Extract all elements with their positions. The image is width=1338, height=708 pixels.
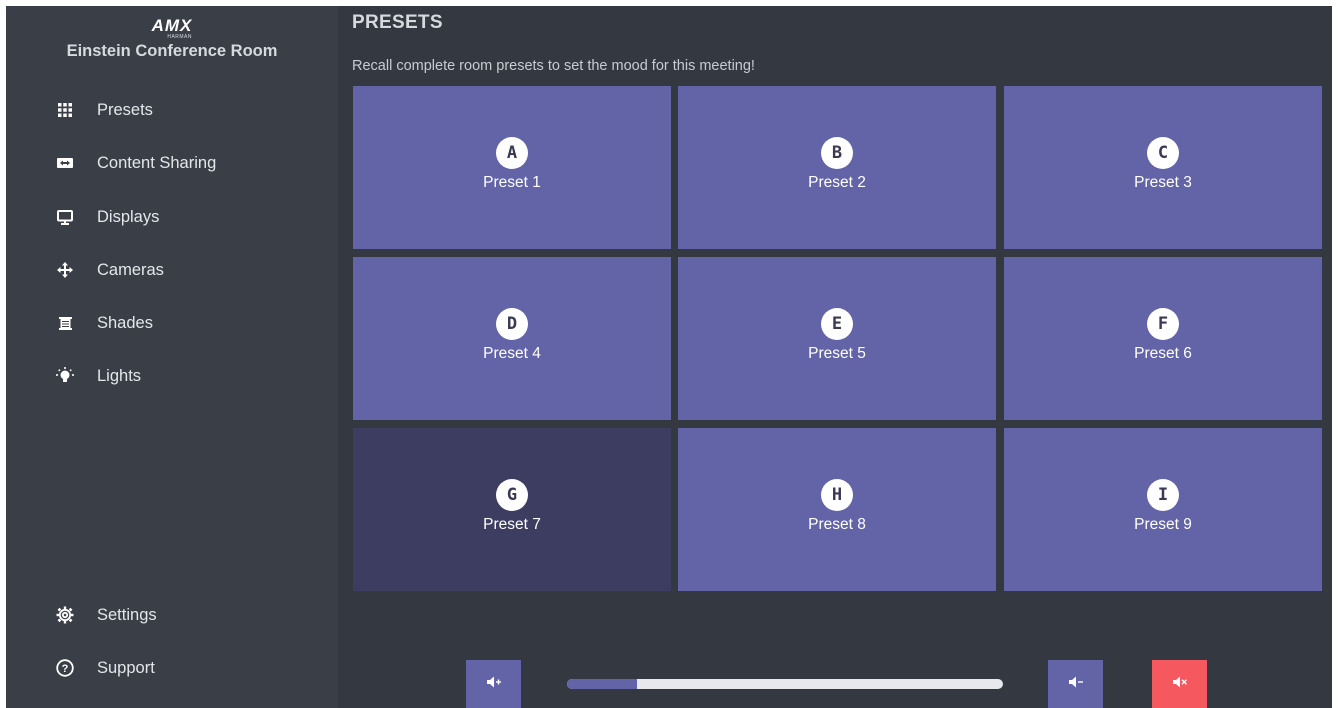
sidebar: AMX HARMAN Einstein Conference Room Pres… bbox=[6, 6, 338, 708]
preset-tile-9[interactable]: I Preset 9 bbox=[1004, 428, 1322, 591]
move-arrows-icon bbox=[56, 261, 74, 279]
shades-icon bbox=[56, 314, 74, 332]
page-title: PRESETS bbox=[352, 12, 443, 33]
page-subtitle: Recall complete room presets to set the … bbox=[352, 58, 755, 74]
preset-label: Preset 3 bbox=[1134, 174, 1192, 191]
preset-letter-badge: A bbox=[496, 137, 528, 169]
amx-logo: AMX HARMAN bbox=[142, 16, 202, 40]
preset-tile-8[interactable]: H Preset 8 bbox=[678, 428, 996, 591]
sidebar-item-lights[interactable]: Lights bbox=[56, 361, 316, 391]
preset-label: Preset 6 bbox=[1134, 345, 1192, 362]
sidebar-item-label: Lights bbox=[97, 366, 142, 385]
sidebar-item-label: Displays bbox=[97, 207, 160, 226]
volume-slider[interactable] bbox=[567, 679, 1003, 689]
volume-up-button[interactable] bbox=[466, 660, 521, 708]
preset-tile-1[interactable]: A Preset 1 bbox=[353, 86, 671, 249]
logo-subtext: HARMAN bbox=[167, 34, 192, 40]
preset-letter-badge: H bbox=[821, 479, 853, 511]
preset-label: Preset 7 bbox=[483, 516, 541, 533]
sidebar-item-displays[interactable]: Displays bbox=[56, 202, 316, 232]
svg-text:?: ? bbox=[62, 663, 69, 675]
preset-label: Preset 2 bbox=[808, 174, 866, 191]
preset-letter-badge: D bbox=[496, 308, 528, 340]
volume-up-icon bbox=[486, 675, 501, 693]
sidebar-item-cameras[interactable]: Cameras bbox=[56, 255, 316, 285]
logo-text: AMX bbox=[151, 16, 193, 35]
sidebar-item-content-sharing[interactable]: Content Sharing bbox=[56, 148, 316, 178]
preset-label: Preset 4 bbox=[483, 345, 541, 362]
preset-letter-badge: F bbox=[1147, 308, 1179, 340]
preset-tile-4[interactable]: D Preset 4 bbox=[353, 257, 671, 420]
volume-down-button[interactable] bbox=[1048, 660, 1103, 708]
preset-letter-badge: C bbox=[1147, 137, 1179, 169]
volume-level-fill bbox=[567, 679, 637, 689]
preset-tile-5[interactable]: E Preset 5 bbox=[678, 257, 996, 420]
sidebar-item-label: Support bbox=[97, 658, 155, 677]
preset-tile-6[interactable]: F Preset 6 bbox=[1004, 257, 1322, 420]
preset-label: Preset 9 bbox=[1134, 516, 1192, 533]
sidebar-item-label: Settings bbox=[97, 605, 157, 624]
preset-letter-badge: G bbox=[496, 479, 528, 511]
preset-label: Preset 8 bbox=[808, 516, 866, 533]
grid-icon bbox=[56, 101, 74, 119]
monitor-icon bbox=[56, 208, 74, 226]
help-circle-icon: ? bbox=[56, 659, 74, 677]
preset-tile-2[interactable]: B Preset 2 bbox=[678, 86, 996, 249]
sidebar-item-settings[interactable]: Settings bbox=[56, 600, 316, 630]
gear-icon bbox=[56, 606, 74, 624]
sidebar-item-label: Presets bbox=[97, 100, 153, 119]
lightbulb-icon bbox=[56, 367, 74, 385]
preset-tile-7[interactable]: G Preset 7 bbox=[353, 428, 671, 591]
volume-mute-icon bbox=[1172, 675, 1187, 693]
preset-label: Preset 1 bbox=[483, 174, 541, 191]
brand: AMX HARMAN Einstein Conference Room bbox=[6, 16, 338, 61]
preset-letter-badge: B bbox=[821, 137, 853, 169]
preset-letter-badge: I bbox=[1147, 479, 1179, 511]
content-share-icon bbox=[56, 154, 74, 172]
sidebar-item-label: Cameras bbox=[97, 260, 164, 279]
sidebar-item-shades[interactable]: Shades bbox=[56, 308, 316, 338]
sidebar-item-label: Shades bbox=[97, 313, 153, 332]
sidebar-item-support[interactable]: ? Support bbox=[56, 653, 316, 683]
preset-letter-badge: E bbox=[821, 308, 853, 340]
sidebar-item-label: Content Sharing bbox=[97, 153, 217, 172]
preset-tile-3[interactable]: C Preset 3 bbox=[1004, 86, 1322, 249]
volume-down-icon bbox=[1068, 675, 1083, 693]
preset-label: Preset 5 bbox=[808, 345, 866, 362]
sidebar-item-presets[interactable]: Presets bbox=[56, 95, 316, 125]
room-name: Einstein Conference Room bbox=[66, 42, 278, 60]
app-frame: AMX HARMAN Einstein Conference Room Pres… bbox=[6, 6, 1332, 708]
volume-mute-button[interactable] bbox=[1152, 660, 1207, 708]
